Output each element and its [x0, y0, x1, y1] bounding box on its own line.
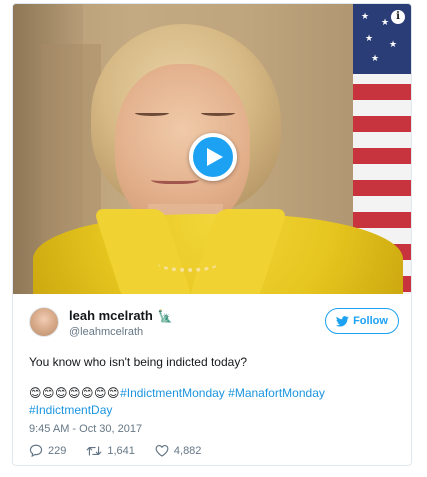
timestamp[interactable]: 9:45 AM - Oct 30, 2017 [29, 423, 142, 435]
smile-emojis: 😊😊😊😊😊😊😊 [29, 386, 121, 400]
user-name-row[interactable]: leah mcelrath 🗽 [69, 308, 173, 323]
tweet-header: leah mcelrath 🗽 @leahmcelrath Follow [29, 307, 399, 343]
hashtag-link[interactable]: #ManafortMonday [228, 386, 325, 400]
smile [151, 174, 199, 184]
avatar[interactable] [29, 307, 59, 337]
necklace [158, 256, 218, 272]
info-icon[interactable]: i [391, 10, 405, 24]
tweet-hashtag-line: 😊😊😊😊😊😊😊#IndictmentMonday #ManafortMonday… [29, 385, 399, 419]
tweet-text: You know who isn't being indicted today? [29, 355, 247, 369]
twitter-bird-icon [336, 315, 349, 327]
hashtag-link[interactable]: #IndictmentDay [29, 403, 112, 417]
follow-button[interactable]: Follow [325, 308, 399, 334]
reply-action[interactable]: 229 [29, 444, 66, 457]
like-count: 4,882 [173, 444, 202, 457]
hashtag-link[interactable]: #IndictmentMonday [120, 386, 225, 400]
tweet-card: ★ ★ ★ ★ ★ i leah mcelrath 🗽 @leahmcelrat… [12, 3, 412, 466]
follow-label: Follow [353, 315, 388, 327]
retweet-action[interactable]: 1,641 [86, 445, 135, 457]
statue-of-liberty-emoji: 🗽 [157, 308, 173, 323]
heart-icon [155, 444, 169, 457]
play-button[interactable] [189, 133, 237, 181]
reply-count: 229 [48, 444, 67, 457]
closed-eye-left [135, 110, 169, 116]
retweet-icon [86, 445, 102, 456]
display-name[interactable]: leah mcelrath [69, 308, 153, 323]
reply-icon [29, 444, 43, 457]
user-handle[interactable]: @leahmcelrath [69, 326, 143, 338]
play-icon [207, 148, 223, 166]
tweet-actions: 229 1,641 4,882 [29, 444, 221, 457]
retweet-count: 1,641 [107, 444, 135, 457]
closed-eye-right [201, 110, 235, 116]
like-action[interactable]: 4,882 [155, 444, 202, 457]
video-thumbnail[interactable]: ★ ★ ★ ★ ★ i [13, 4, 411, 294]
